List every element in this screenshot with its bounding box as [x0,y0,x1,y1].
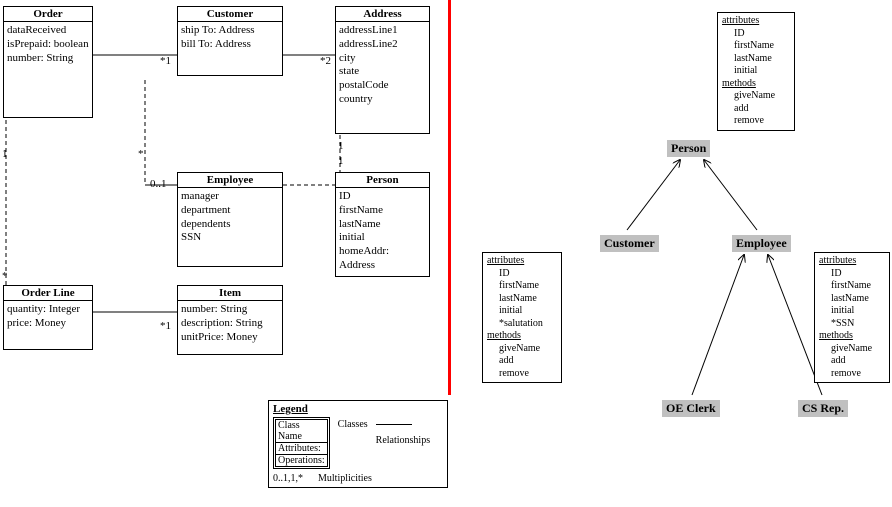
multiplicity-label: *2 [320,55,331,67]
legend-classes-label: Classes [338,417,368,433]
meta-attrs: ID firstName lastName initial *SSN [819,268,885,331]
meta-meth-header: methods [722,78,790,91]
meta-meths: giveName add remove [819,343,885,381]
class-attributes: ID firstName lastName initial homeAddr: … [336,188,429,275]
multiplicity-label: 0..1 [150,178,167,190]
meta-attr-header: attributes [819,255,885,268]
legend-mini-row: Operations: [276,455,327,466]
multiplicity-label: 1 [338,155,344,167]
legend-class-mini: Class Name Attributes: Operations: [273,417,330,469]
multiplicity-label: 1 [2,148,8,160]
meta-person: attributes ID firstName lastName initial… [717,12,795,131]
multiplicity-label: * [2,270,8,282]
class-address: Address addressLine1 addressLine2 city s… [335,6,430,134]
class-item: Item number: String description: String … [177,285,283,355]
multiplicity-label: *1 [160,320,171,332]
class-employee: Employee manager department dependents S… [177,172,283,267]
legend-relationships-label: Relationships [376,435,430,446]
node-employee: Employee [732,235,791,252]
class-title: Order [4,7,92,22]
meta-meth-header: methods [819,330,885,343]
class-attributes: dataReceived isPrepaid: boolean number: … [4,22,92,67]
vertical-divider [448,0,451,395]
node-person: Person [667,140,710,157]
meta-employee: attributes ID firstName lastName initial… [814,252,890,383]
meta-attrs: ID firstName lastName initial *salutatio… [487,268,557,331]
meta-attrs: ID firstName lastName initial [722,28,790,78]
legend-box: Legend Class Name Attributes: Operations… [268,400,448,488]
multiplicity-label: * [138,148,144,160]
class-attributes: number: String description: String unitP… [178,301,282,346]
class-attributes: ship To: Address bill To: Address [178,22,282,54]
class-person: Person ID firstName lastName initial hom… [335,172,430,277]
class-order: Order dataReceived isPrepaid: boolean nu… [3,6,93,118]
legend-mult-label: Multiplicities [318,473,372,484]
class-customer: Customer ship To: Address bill To: Addre… [177,6,283,76]
class-orderline: Order Line quantity: Integer price: Mone… [3,285,93,350]
legend-mini-row: Class Name [276,420,327,443]
node-customer: Customer [600,235,659,252]
class-title: Item [178,286,282,301]
inheritance-diagram: Person Customer Employee OE Clerk CS Rep… [452,0,892,507]
meta-attr-header: attributes [722,15,790,28]
class-title: Order Line [4,286,92,301]
legend-mult-values: 0..1,1,* [273,473,303,484]
legend-title: Legend [269,401,447,415]
node-cs-rep: CS Rep. [798,400,848,417]
legend-mini-row: Attributes: [276,443,327,455]
class-title: Address [336,7,429,22]
uml-class-diagram: Order dataReceived isPrepaid: boolean nu… [0,0,448,507]
class-title: Person [336,173,429,188]
meta-meths: giveName add remove [722,90,790,128]
meta-meth-header: methods [487,330,557,343]
multiplicity-label: 1 [338,140,344,152]
class-attributes: manager department dependents SSN [178,188,282,247]
class-attributes: addressLine1 addressLine2 city state pos… [336,22,429,109]
meta-customer: attributes ID firstName lastName initial… [482,252,562,383]
multiplicity-label: *1 [160,55,171,67]
meta-meths: giveName add remove [487,343,557,381]
class-attributes: quantity: Integer price: Money [4,301,92,333]
class-title: Customer [178,7,282,22]
node-oe-clerk: OE Clerk [662,400,720,417]
meta-attr-header: attributes [487,255,557,268]
class-title: Employee [178,173,282,188]
